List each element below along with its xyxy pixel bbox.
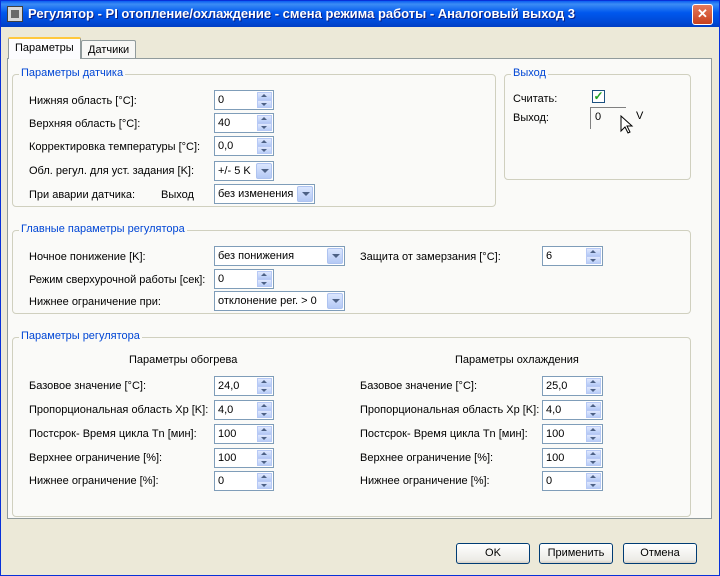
cooling-tn-spinbox[interactable]: 100 [542, 424, 603, 444]
app-icon [7, 6, 23, 22]
group-title: Выход [511, 67, 548, 79]
cooling-header: Параметры охлаждения [455, 354, 579, 366]
spin-arrows[interactable] [257, 92, 272, 108]
spin-arrows[interactable] [257, 450, 272, 466]
spin-arrows[interactable] [257, 138, 272, 154]
cooling-upper-label: Верхнее ограничение [%]: [360, 452, 494, 464]
chevron-down-icon[interactable] [327, 293, 343, 309]
overtime-mode-label: Режим сверхурочной работы [сек]: [29, 274, 206, 286]
heating-base-label: Базовое значение [°C]: [29, 380, 147, 392]
title-bar[interactable]: Регулятор - PI отопление/охлаждение - см… [1, 1, 719, 27]
spin-arrows[interactable] [257, 402, 272, 418]
lower-range-label: Нижняя область [°C]: [29, 95, 137, 107]
tab-parameters[interactable]: Параметры [8, 37, 81, 59]
sensor-fault-label: При аварии датчика: [29, 189, 136, 201]
frost-protection-spinbox[interactable]: 6 [542, 246, 603, 266]
heating-tn-label: Постсрок- Время цикла Tn [мин]: [29, 428, 197, 440]
heating-prop-label: Пропорциональная область Xp [K]: [29, 404, 209, 416]
ok-button[interactable]: OK [456, 543, 530, 564]
spin-arrows[interactable] [586, 402, 601, 418]
heating-tn-spinbox[interactable]: 100 [214, 424, 274, 444]
heating-prop-spinbox[interactable]: 4,0 [214, 400, 274, 420]
window-title: Регулятор - PI отопление/охлаждение - см… [28, 6, 576, 21]
cooling-lower-spinbox[interactable]: 0 [542, 471, 603, 491]
spin-arrows[interactable] [257, 378, 272, 394]
chevron-down-icon[interactable] [297, 186, 313, 202]
lower-limit-select[interactable]: отклонение рег. > 0 [214, 291, 345, 311]
lower-limit-label: Нижнее ограничение при: [29, 296, 161, 308]
frost-protection-label: Защита от замерзания [°C]: [360, 251, 501, 263]
close-button[interactable]: ✕ [692, 4, 713, 25]
read-label: Считать: [513, 93, 558, 105]
cancel-button[interactable]: Отмена [623, 543, 697, 564]
tab-panel: Параметры датчика Нижняя область [°C]: 0… [7, 58, 712, 519]
spin-arrows[interactable] [586, 426, 601, 442]
mouse-cursor-icon [620, 115, 634, 134]
heating-header: Параметры обогрева [129, 354, 238, 366]
heating-lower-spinbox[interactable]: 0 [214, 471, 274, 491]
heating-upper-label: Верхнее ограничение [%]: [29, 452, 163, 464]
temp-correction-spinbox[interactable]: 0,0 [214, 136, 274, 156]
overtime-mode-spinbox[interactable]: 0 [214, 269, 274, 289]
dialog-window: Регулятор - PI отопление/охлаждение - см… [0, 0, 720, 576]
night-reduction-select[interactable]: без понижения [214, 246, 345, 266]
cooling-prop-spinbox[interactable]: 4,0 [542, 400, 603, 420]
heating-lower-label: Нижнее ограничение [%]: [29, 475, 159, 487]
group-title: Главные параметры регулятора [19, 223, 187, 235]
cooling-base-spinbox[interactable]: 25,0 [542, 376, 603, 396]
cooling-prop-label: Пропорциональная область Xp [K]: [360, 404, 540, 416]
night-reduction-label: Ночное понижение [K]: [29, 251, 146, 263]
upper-range-spinbox[interactable]: 40 [214, 113, 274, 133]
cooling-lower-label: Нижнее ограничение [%]: [360, 475, 490, 487]
lower-range-spinbox[interactable]: 0 [214, 90, 274, 110]
spin-arrows[interactable] [586, 473, 601, 489]
spin-arrows[interactable] [257, 115, 272, 131]
output-label: Выход: [513, 112, 549, 124]
cooling-tn-label: Постсрок- Время цикла Tn [мин]: [360, 428, 528, 440]
apply-button[interactable]: Применить [539, 543, 613, 564]
group-title: Параметры датчика [19, 67, 126, 79]
sensor-fault-select[interactable]: без изменения [214, 184, 315, 204]
upper-range-label: Верхняя область [°C]: [29, 118, 141, 130]
spin-arrows[interactable] [257, 271, 272, 287]
tab-sensors[interactable]: Датчики [81, 40, 136, 60]
heating-base-spinbox[interactable]: 24,0 [214, 376, 274, 396]
cooling-base-label: Базовое значение [°C]: [360, 380, 478, 392]
temp-correction-label: Корректировка температуры [°C]: [29, 141, 201, 153]
spin-arrows[interactable] [586, 450, 601, 466]
output-unit: V [636, 110, 644, 122]
chevron-down-icon[interactable] [256, 163, 272, 179]
spin-arrows[interactable] [586, 378, 601, 394]
heating-upper-spinbox[interactable]: 100 [214, 448, 274, 468]
spin-arrows[interactable] [257, 426, 272, 442]
setpoint-range-select[interactable]: +/- 5 K [214, 161, 274, 181]
chevron-down-icon[interactable] [327, 248, 343, 264]
setpoint-range-label: Обл. регул. для уст. задания [K]: [29, 165, 195, 177]
spin-arrows[interactable] [257, 473, 272, 489]
group-title: Параметры регулятора [19, 330, 142, 342]
read-checkbox[interactable]: ✓ [592, 90, 605, 103]
cooling-upper-spinbox[interactable]: 100 [542, 448, 603, 468]
spin-arrows[interactable] [586, 248, 601, 264]
sensor-fault-output-label: Выход [161, 189, 194, 201]
